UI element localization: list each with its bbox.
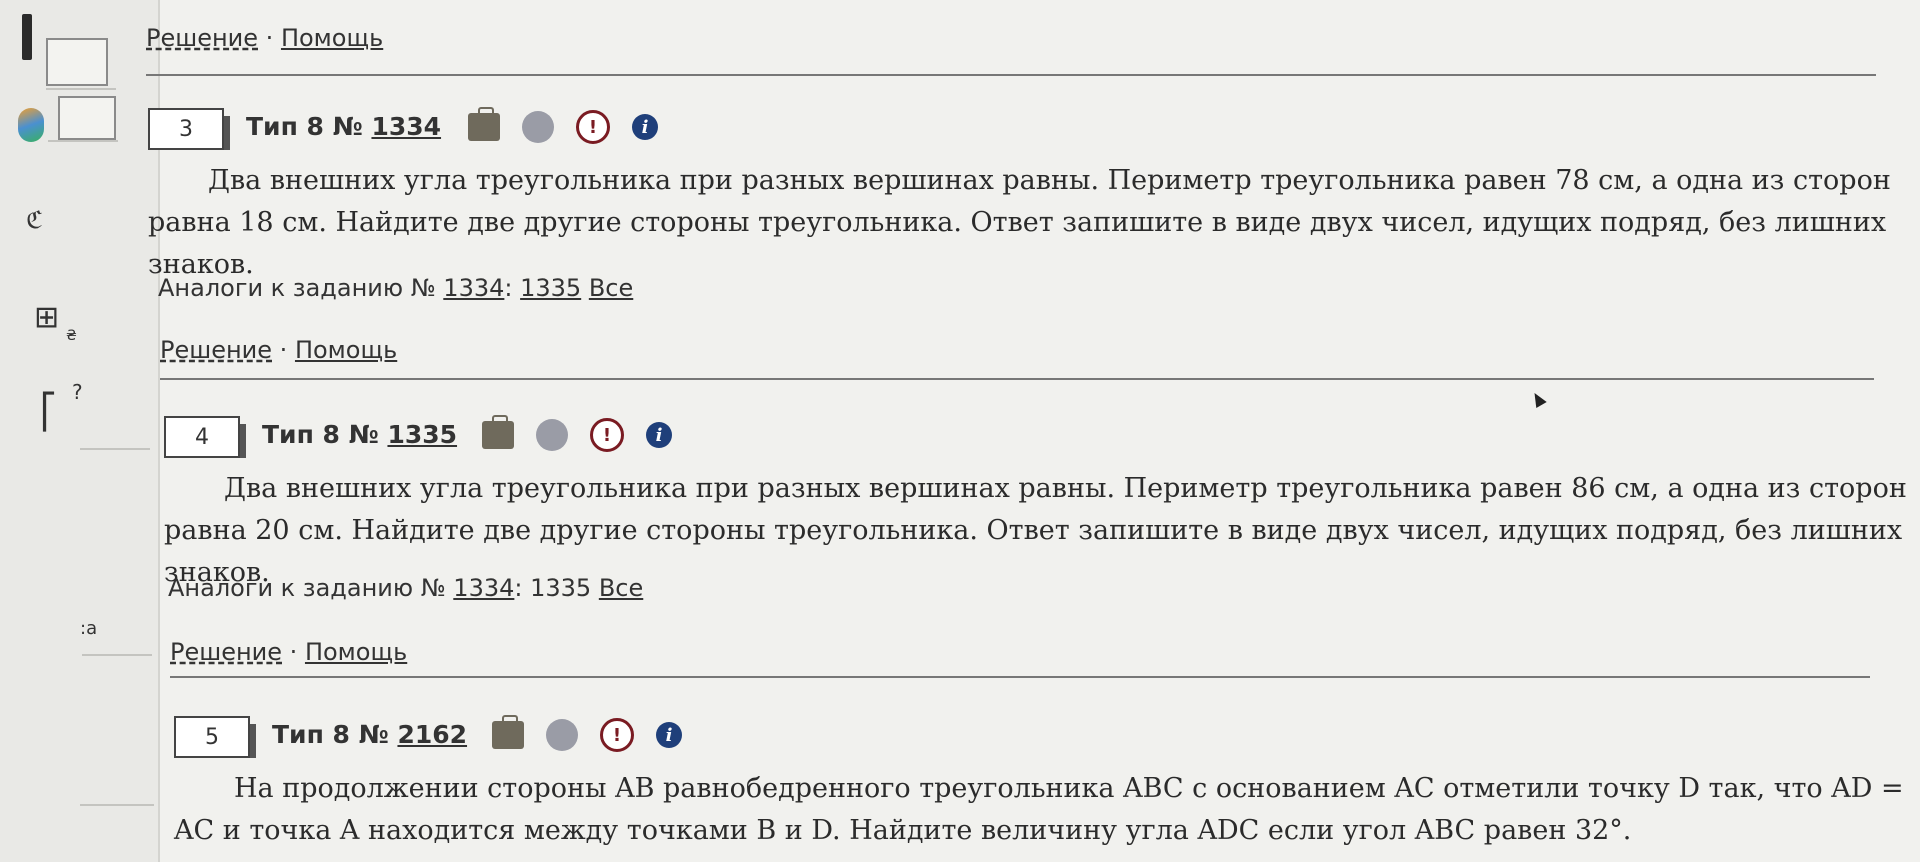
- type-prefix: Тип 8 №: [246, 112, 363, 141]
- solution-link[interactable]: Решение: [160, 336, 272, 364]
- report-error-icon[interactable]: !: [590, 418, 624, 452]
- separator: ·: [279, 336, 288, 364]
- analogs-label: Аналоги к заданию №: [168, 574, 446, 602]
- briefcase-icon[interactable]: [492, 715, 524, 749]
- briefcase-icon[interactable]: [482, 415, 514, 449]
- sidebar-divider: [82, 654, 152, 656]
- divider: [160, 378, 1874, 380]
- left-sidebar: ℭ ⊞ ₴ ? ⎡ :a: [0, 0, 160, 862]
- info-icon[interactable]: i: [632, 114, 658, 140]
- analog-link[interactable]: 1334: [453, 574, 514, 602]
- sidebar-label: :a: [80, 618, 98, 639]
- sidebar-divider: [80, 448, 150, 450]
- analogs-label: Аналоги к заданию №: [158, 274, 436, 302]
- task-icons: ! i: [468, 107, 658, 144]
- analog-all-link[interactable]: Все: [589, 274, 633, 302]
- status-circle-icon[interactable]: [522, 111, 554, 143]
- color-palette-icon[interactable]: [18, 108, 44, 142]
- help-link[interactable]: Помощь: [295, 336, 397, 364]
- briefcase-icon[interactable]: [468, 107, 500, 141]
- task-icons: ! i: [492, 715, 682, 752]
- info-icon[interactable]: i: [646, 422, 672, 448]
- analog-current: 1335: [530, 574, 592, 602]
- status-circle-icon[interactable]: [536, 419, 568, 451]
- type-prefix: Тип 8 №: [272, 720, 389, 749]
- solution-help-row: Решение · Помощь: [170, 638, 407, 666]
- sidebar-box-2[interactable]: [58, 96, 116, 140]
- task-type: Тип 8 № 1334: [246, 112, 441, 141]
- separator: ·: [265, 24, 274, 52]
- calculator-icon[interactable]: ⊞: [34, 300, 59, 335]
- task-type: Тип 8 № 2162: [272, 720, 467, 749]
- task-icons: ! i: [482, 415, 672, 452]
- sidebar-divider: [80, 804, 154, 806]
- analogs-row: Аналоги к заданию № 1334: 1335 Все: [158, 274, 633, 302]
- report-error-icon[interactable]: !: [600, 718, 634, 752]
- task-text: Два внешних угла треугольника при разных…: [148, 165, 1891, 280]
- report-error-icon[interactable]: !: [576, 110, 610, 144]
- divider: [170, 676, 1870, 678]
- solution-link[interactable]: Решение: [146, 24, 258, 52]
- help-link[interactable]: Помощь: [281, 24, 383, 52]
- sidebar-divider: [48, 140, 118, 142]
- task-id-link[interactable]: 1335: [387, 420, 457, 449]
- solution-link[interactable]: Решение: [170, 638, 282, 666]
- analog-link[interactable]: 1334: [443, 274, 504, 302]
- arrow-icon: ₴: [66, 328, 77, 344]
- analog-link[interactable]: 1335: [520, 274, 581, 302]
- mouse-cursor-icon: [1529, 389, 1547, 409]
- task-id-link[interactable]: 1334: [371, 112, 441, 141]
- solution-help-row: Решение · Помощь: [160, 336, 397, 364]
- type-prefix: Тип 8 №: [262, 420, 379, 449]
- analogs-row: Аналоги к заданию № 1334: 1335 Все: [168, 574, 643, 602]
- info-icon[interactable]: i: [656, 722, 682, 748]
- task-number: 5: [174, 716, 256, 758]
- task-type: Тип 8 № 1335: [262, 420, 457, 449]
- status-circle-icon[interactable]: [546, 719, 578, 751]
- task-number: 4: [164, 416, 246, 458]
- separator: ·: [289, 638, 298, 666]
- sidebar-box-1[interactable]: [46, 38, 108, 86]
- divider: [146, 74, 1876, 76]
- solution-help-row: Решение · Помощь: [146, 24, 383, 52]
- bracket-icon: ⎡: [40, 392, 57, 432]
- toolbar-handle[interactable]: [22, 14, 32, 60]
- glasses-icon[interactable]: ℭ: [26, 206, 43, 234]
- help-link[interactable]: Помощь: [305, 638, 407, 666]
- analog-all-link[interactable]: Все: [599, 574, 643, 602]
- task-id-link[interactable]: 2162: [397, 720, 467, 749]
- colon: :: [514, 574, 523, 602]
- colon: :: [504, 274, 513, 302]
- question-icon[interactable]: ?: [72, 380, 83, 404]
- task-text: На продолжении стороны AB равнобедренног…: [174, 773, 1904, 846]
- task-number: 3: [148, 108, 230, 150]
- sidebar-divider: [46, 88, 116, 90]
